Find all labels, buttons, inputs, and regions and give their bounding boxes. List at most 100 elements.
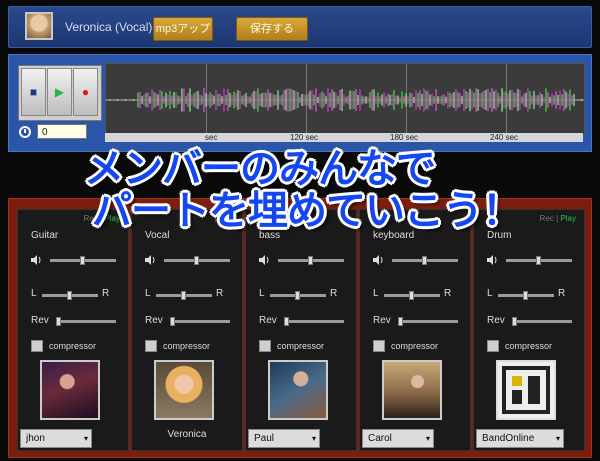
save-button[interactable]: 保存する [236,17,308,41]
volume-slider[interactable] [164,256,230,265]
pan-right-label: R [330,288,338,299]
compressor-label: compressor [505,341,553,351]
stop-icon: ■ [29,85,38,99]
pan-right-label: R [216,288,224,299]
compressor-checkbox[interactable] [145,340,157,352]
compressor-label: compressor [391,341,439,351]
member-select[interactable]: jhon ▾ [20,429,92,448]
reverb-label: Rev [31,315,49,326]
time-field[interactable]: 0 [37,124,87,139]
pan-left-label: L [259,288,265,299]
compressor-checkbox[interactable] [31,340,43,352]
waveform-area[interactable] [105,63,585,135]
reverb-knob[interactable] [56,317,61,326]
speaker-icon [145,255,155,265]
reverb-slider[interactable] [398,317,458,326]
reverb-knob[interactable] [398,317,403,326]
member-select[interactable]: Paul ▾ [248,429,320,448]
stop-button[interactable]: ■ [21,68,46,116]
bandonline-logo-icon [502,366,550,414]
speaker-icon [373,255,383,265]
volume-knob[interactable] [308,256,313,265]
member-photo-bass [268,360,328,420]
compressor-label: compressor [163,341,211,351]
speaker-icon [259,255,269,265]
pan-slider[interactable] [270,291,326,300]
member-select-value: Paul [254,433,275,444]
volume-slider[interactable] [392,256,458,265]
reverb-label: Rev [373,315,391,326]
chevron-down-icon: ▾ [555,434,560,443]
compressor-checkbox[interactable] [487,340,499,352]
chevron-down-icon: ▾ [311,434,316,443]
compressor-checkbox[interactable] [259,340,271,352]
reverb-slider[interactable] [170,317,230,326]
waveform [106,88,584,112]
volume-knob[interactable] [422,256,427,265]
play-label[interactable]: Play [560,214,576,223]
track-guitar: Rec | Play Guitar L R Rev compressor jho… [17,209,129,451]
pan-left-label: L [487,288,493,299]
transport-controls: ■ ▶ ● [18,65,102,121]
volume-slider[interactable] [278,256,344,265]
member-name: Veronica [167,429,207,440]
record-button[interactable]: ● [73,68,98,116]
volume-knob[interactable] [536,256,541,265]
pan-right-label: R [102,288,110,299]
member-select[interactable]: BandOnline ▾ [476,429,564,448]
speaker-icon [31,255,41,265]
reverb-slider[interactable] [56,317,116,326]
tick-label: 240 sec [490,133,519,142]
compressor-label: compressor [277,341,325,351]
mixer-panel: Rec | Play Guitar L R Rev compressor jho… [8,198,592,458]
track-vocal: | Play Vocal L R Rev compressor Veronica [131,209,243,451]
reverb-knob[interactable] [284,317,289,326]
play-button[interactable]: ▶ [47,68,72,116]
speaker-icon [487,255,497,265]
track-keyboard: keyboard L R Rev compressor Carol ▾ [359,209,471,451]
pan-slider[interactable] [498,291,554,300]
volume-slider[interactable] [506,256,572,265]
pan-knob[interactable] [523,291,528,300]
rec-label[interactable]: Rec [540,214,554,223]
pan-knob[interactable] [181,291,186,300]
bandonline-logo [496,360,556,420]
member-select-value: jhon [26,433,45,444]
play-icon: ▶ [54,85,65,99]
track-name: Guitar [31,230,59,241]
pan-slider[interactable] [42,291,98,300]
reverb-knob[interactable] [170,317,175,326]
reverb-knob[interactable] [512,317,517,326]
pan-left-label: L [145,288,151,299]
reverb-slider[interactable] [284,317,344,326]
mp3-upload-button[interactable]: mp3アップ [153,17,213,41]
pan-right-label: R [444,288,452,299]
pan-right-label: R [558,288,566,299]
track-drum: Rec | Play Drum L R Rev compressor BandO… [473,209,585,451]
pan-knob[interactable] [409,291,414,300]
member-photo-keyboard [382,360,442,420]
member-select-value: Carol [368,433,392,444]
member-select-value: BandOnline [482,433,535,444]
member-select[interactable]: Carol ▾ [362,429,434,448]
clock-icon [19,126,31,138]
reverb-label: Rev [259,315,277,326]
top-bar: Veronica (Vocal) mp3アップ 保存する [8,6,592,48]
user-avatar [25,12,53,40]
member-photo-vocal [154,360,214,420]
pan-left-label: L [31,288,37,299]
rec-play-toggle[interactable]: Rec | Play [540,214,576,223]
pan-knob[interactable] [295,291,300,300]
volume-knob[interactable] [80,256,85,265]
pan-slider[interactable] [384,291,440,300]
compressor-label: compressor [49,341,97,351]
volume-knob[interactable] [194,256,199,265]
user-label: Veronica (Vocal) [65,20,153,34]
banner-line-2: パートを埋めていこう！ [92,188,522,234]
reverb-slider[interactable] [512,317,572,326]
pan-knob[interactable] [67,291,72,300]
pan-slider[interactable] [156,291,212,300]
volume-slider[interactable] [50,256,116,265]
chevron-down-icon: ▾ [425,434,430,443]
compressor-checkbox[interactable] [373,340,385,352]
